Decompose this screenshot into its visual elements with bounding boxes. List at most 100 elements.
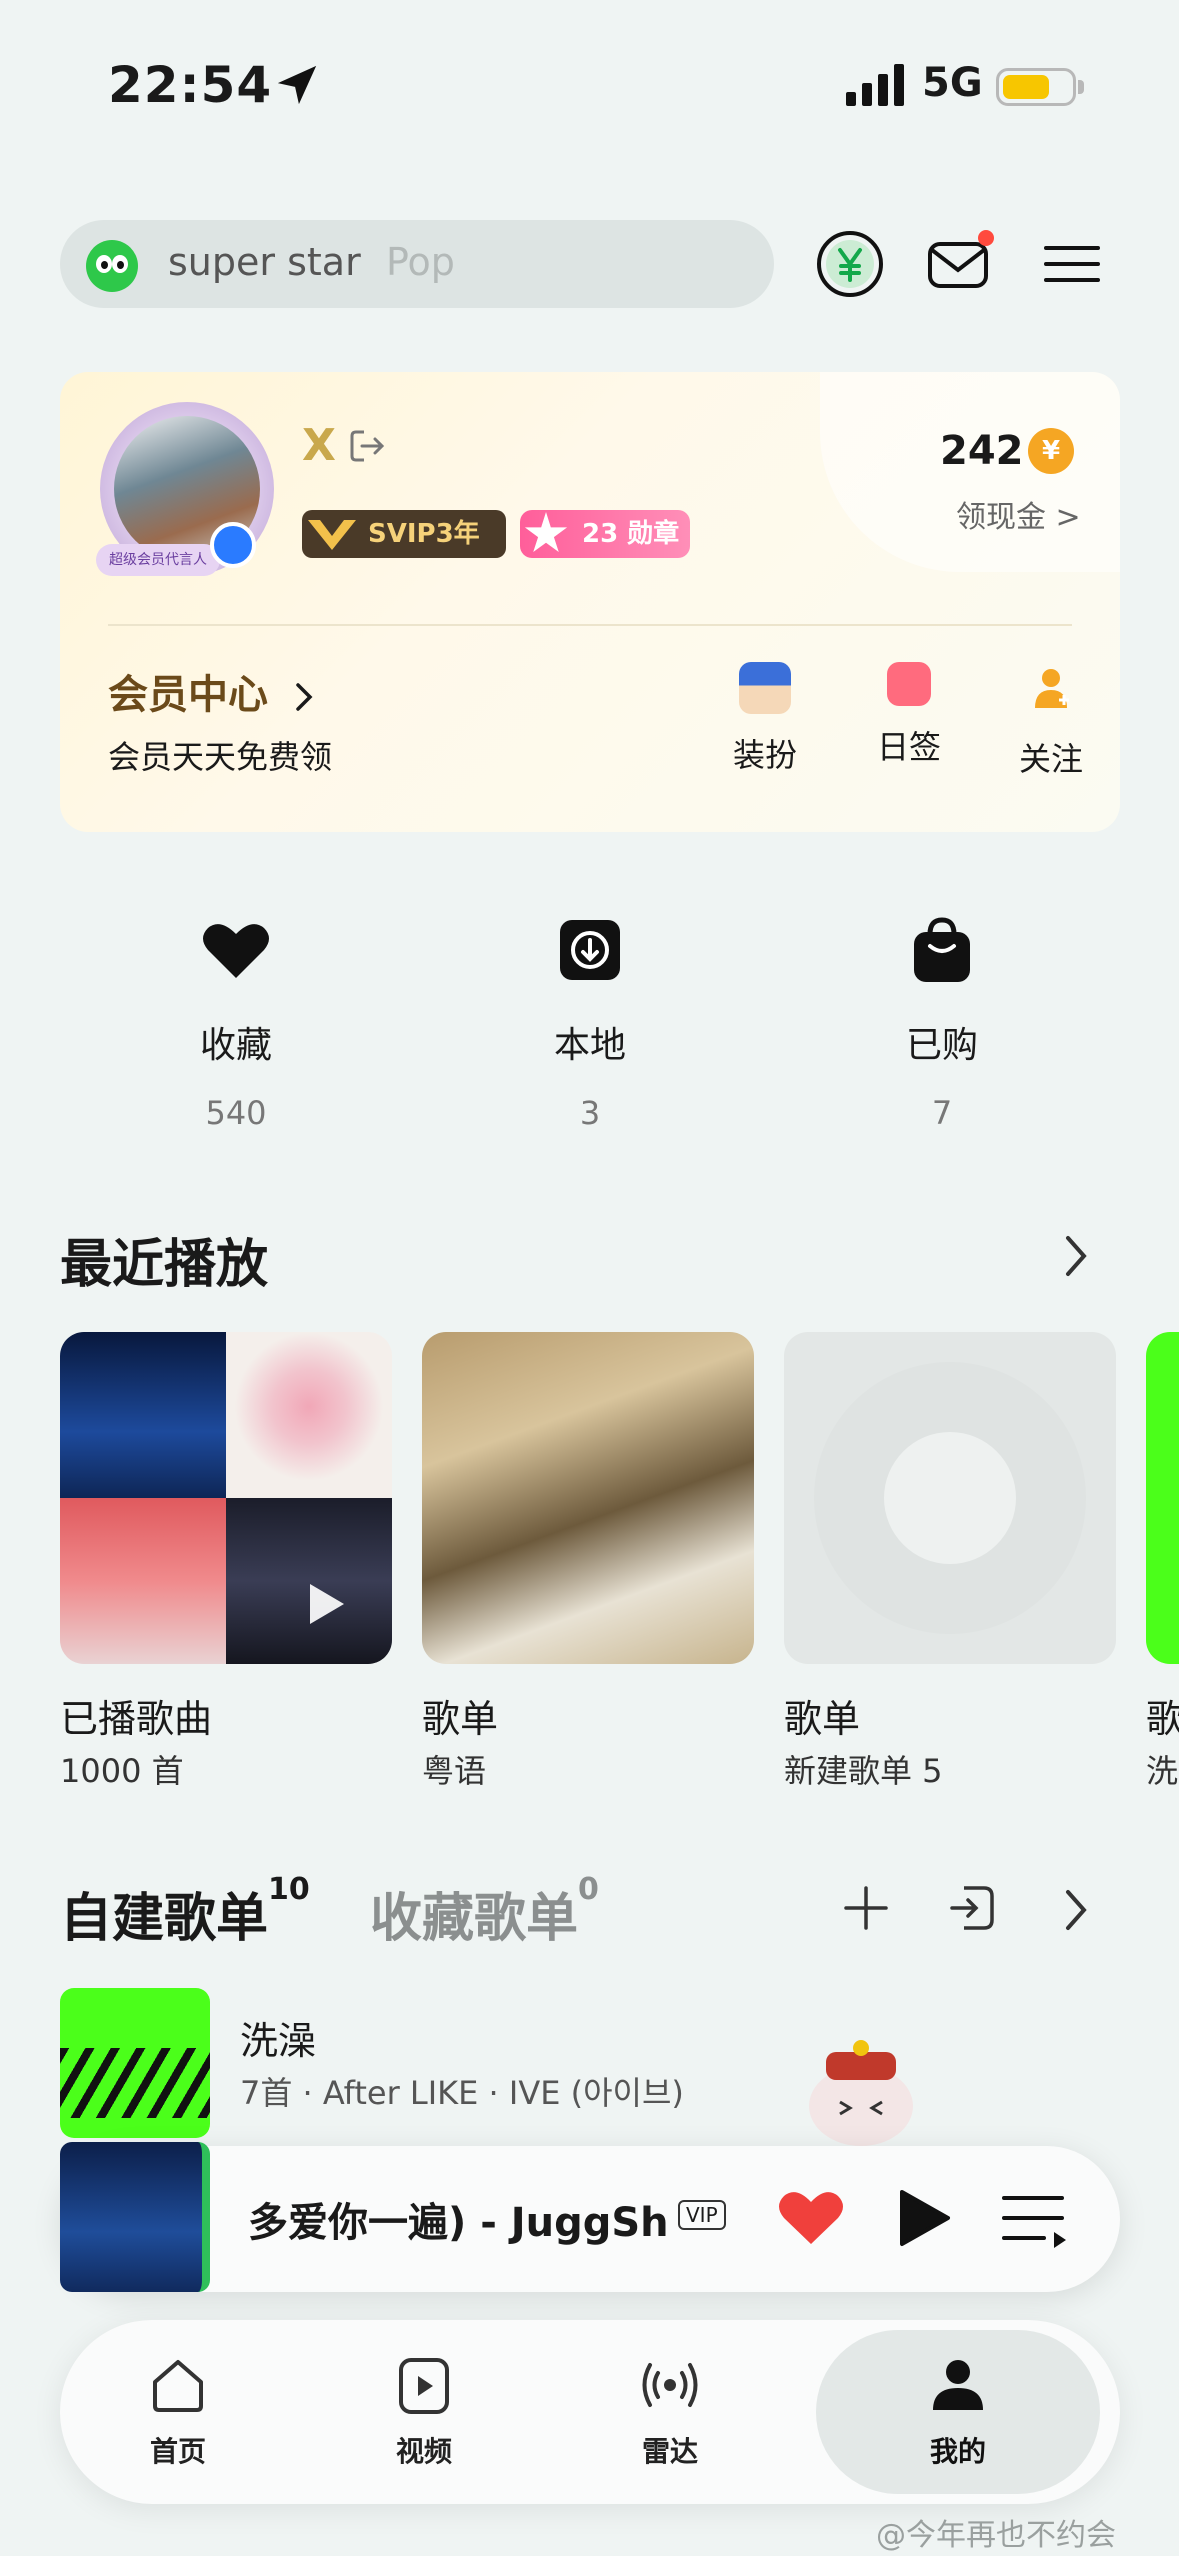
home-icon [153,2360,203,2412]
dressup-label: 装扮 [732,736,797,774]
recent-playlist-new-tile[interactable] [784,1332,1116,1664]
svip-badge[interactable]: SVIP3年 [302,510,506,558]
tab-collected-playlists[interactable]: 收藏歌单0 [370,1872,599,1951]
recent-more-chevron-icon[interactable] [1056,1228,1096,1284]
coin-icon: ¥ [1028,428,1074,474]
recent-caption-4: 歌 [1146,1697,1179,1741]
playlist-meta: 7首 · After LIKE · IVE (아이브) [240,2074,684,2112]
add-icon[interactable] [838,1880,894,1936]
recent-caption-3: 歌单 [784,1697,861,1741]
heart-icon[interactable] [776,2184,846,2248]
mini-player[interactable]: 多爱你一遍) - JuggSh VIP [60,2142,1120,2292]
album-cover-1 [60,1332,226,1498]
purchased-stat[interactable]: 已购 7 [842,910,1042,1132]
coin-count: 242 [940,428,1024,474]
video-icon [399,2358,449,2414]
placeholder-disc-center [884,1432,1016,1564]
network-type: 5G [922,60,983,106]
cat-mascot-icon[interactable] [800,2036,922,2146]
nav-home[interactable]: 首页 [78,2320,278,2504]
nav-home-label: 首页 [149,2435,206,2468]
tab-collected-label: 收藏歌单 [370,1889,579,1949]
local-count: 3 [579,1094,601,1132]
album-cover-3 [60,1498,226,1664]
purchased-count: 7 [931,1094,953,1132]
import-icon[interactable] [944,1880,1000,1936]
play-icon[interactable] [896,2188,952,2248]
member-card[interactable]: 超级会员代言人 X SVIP3年 23 勋章 242 ¥ 领现金 > 会员中心 … [60,372,1120,832]
chevron-right-icon [296,683,313,711]
follow-button[interactable]: 关注 [996,662,1106,780]
player-album-cover[interactable] [60,2142,210,2292]
daily-sign-label: 日签 [876,728,941,766]
cover-pattern [60,2048,210,2118]
signal-icon [846,64,904,106]
nav-video-label: 视频 [395,2435,452,2468]
tab-created-label: 自建歌单 [60,1889,269,1949]
tab-created-count: 10 [268,1872,310,1907]
search-hint: Pop [386,240,455,284]
tab-collected-count: 0 [578,1872,599,1907]
playlist-title[interactable]: 洗澡 [240,2010,316,2065]
favorites-label: 收藏 [199,1025,272,1066]
nav-video[interactable]: 视频 [324,2320,524,2504]
svip-v-icon [308,520,356,550]
recent-caption-2: 歌单 [422,1697,499,1741]
recent-playlist-partial-tile[interactable] [1146,1332,1179,1664]
medal-badge[interactable]: 23 勋章 [520,510,690,558]
play-icon[interactable] [306,1582,346,1626]
download-icon [560,920,620,980]
battery-nub [1078,80,1084,94]
dressup-button[interactable]: 装扮 [710,662,820,776]
cash-link[interactable]: 领现金 > [956,492,1081,536]
divider [108,624,1072,626]
purchased-label: 已购 [905,1025,978,1066]
vip-subtitle: 会员天天免费领 [108,738,333,776]
svip-label: SVIP3年 [368,519,480,549]
status-time: 22:54 [108,56,273,114]
tab-created-playlists[interactable]: 自建歌单10 [60,1872,310,1951]
favorites-count: 540 [205,1094,267,1132]
watermark: @今年再也不约会 [876,2518,1116,2553]
star-icon [524,512,568,553]
nav-radar[interactable]: 雷达 [570,2320,770,2504]
yuan-coin-icon[interactable] [814,228,886,300]
recent-sub-1: 1000 首 [60,1752,184,1790]
logout-icon[interactable] [348,426,388,466]
medal-label: 23 勋章 [582,519,680,549]
bottom-nav: 首页 视频 雷达 我的 [60,2320,1120,2504]
recent-sub-3: 新建歌单 5 [784,1752,943,1790]
favorites-stat[interactable]: 收藏 540 [136,910,336,1132]
album-cover-4 [226,1498,392,1664]
location-arrow-icon [277,65,317,105]
follow-label: 关注 [1018,740,1083,778]
shopping-bag-icon [914,917,970,982]
heart-icon [203,924,269,978]
search-input[interactable]: super star [168,240,361,284]
nav-mine[interactable]: 我的 [858,2320,1058,2504]
radar-icon [642,2363,698,2407]
vip-tag: VIP [678,2200,726,2230]
search-bar[interactable]: super star Pop [60,220,774,308]
playlists-more-chevron-icon[interactable] [1056,1882,1096,1938]
mail-icon[interactable] [924,228,996,300]
nav-mine-label: 我的 [929,2435,986,2468]
recent-playlist-cantonese-tile[interactable] [422,1332,754,1664]
user-name[interactable]: X [302,420,336,471]
album-cover-2 [226,1332,392,1498]
recent-caption-1: 已播歌曲 [60,1697,213,1741]
local-label: 本地 [553,1025,626,1066]
daily-sign-button[interactable]: 日签 [854,662,964,768]
recent-sub-4: 洗 [1146,1752,1179,1790]
local-stat[interactable]: 本地 3 [490,910,690,1132]
character-icon [739,662,791,714]
recent-played-songs-tile[interactable] [60,1332,392,1664]
battery-icon [996,68,1076,106]
menu-icon[interactable] [1036,228,1108,300]
playlist-cover[interactable] [60,1988,210,2138]
vip-center-link[interactable]: 会员中心 [108,662,316,720]
player-song-title[interactable]: 多爱你一遍) - JuggSh [248,2190,666,2248]
playlist-queue-icon[interactable] [1000,2190,1070,2248]
recent-sub-2: 粤语 [422,1752,487,1790]
calendar-check-icon [887,662,931,706]
